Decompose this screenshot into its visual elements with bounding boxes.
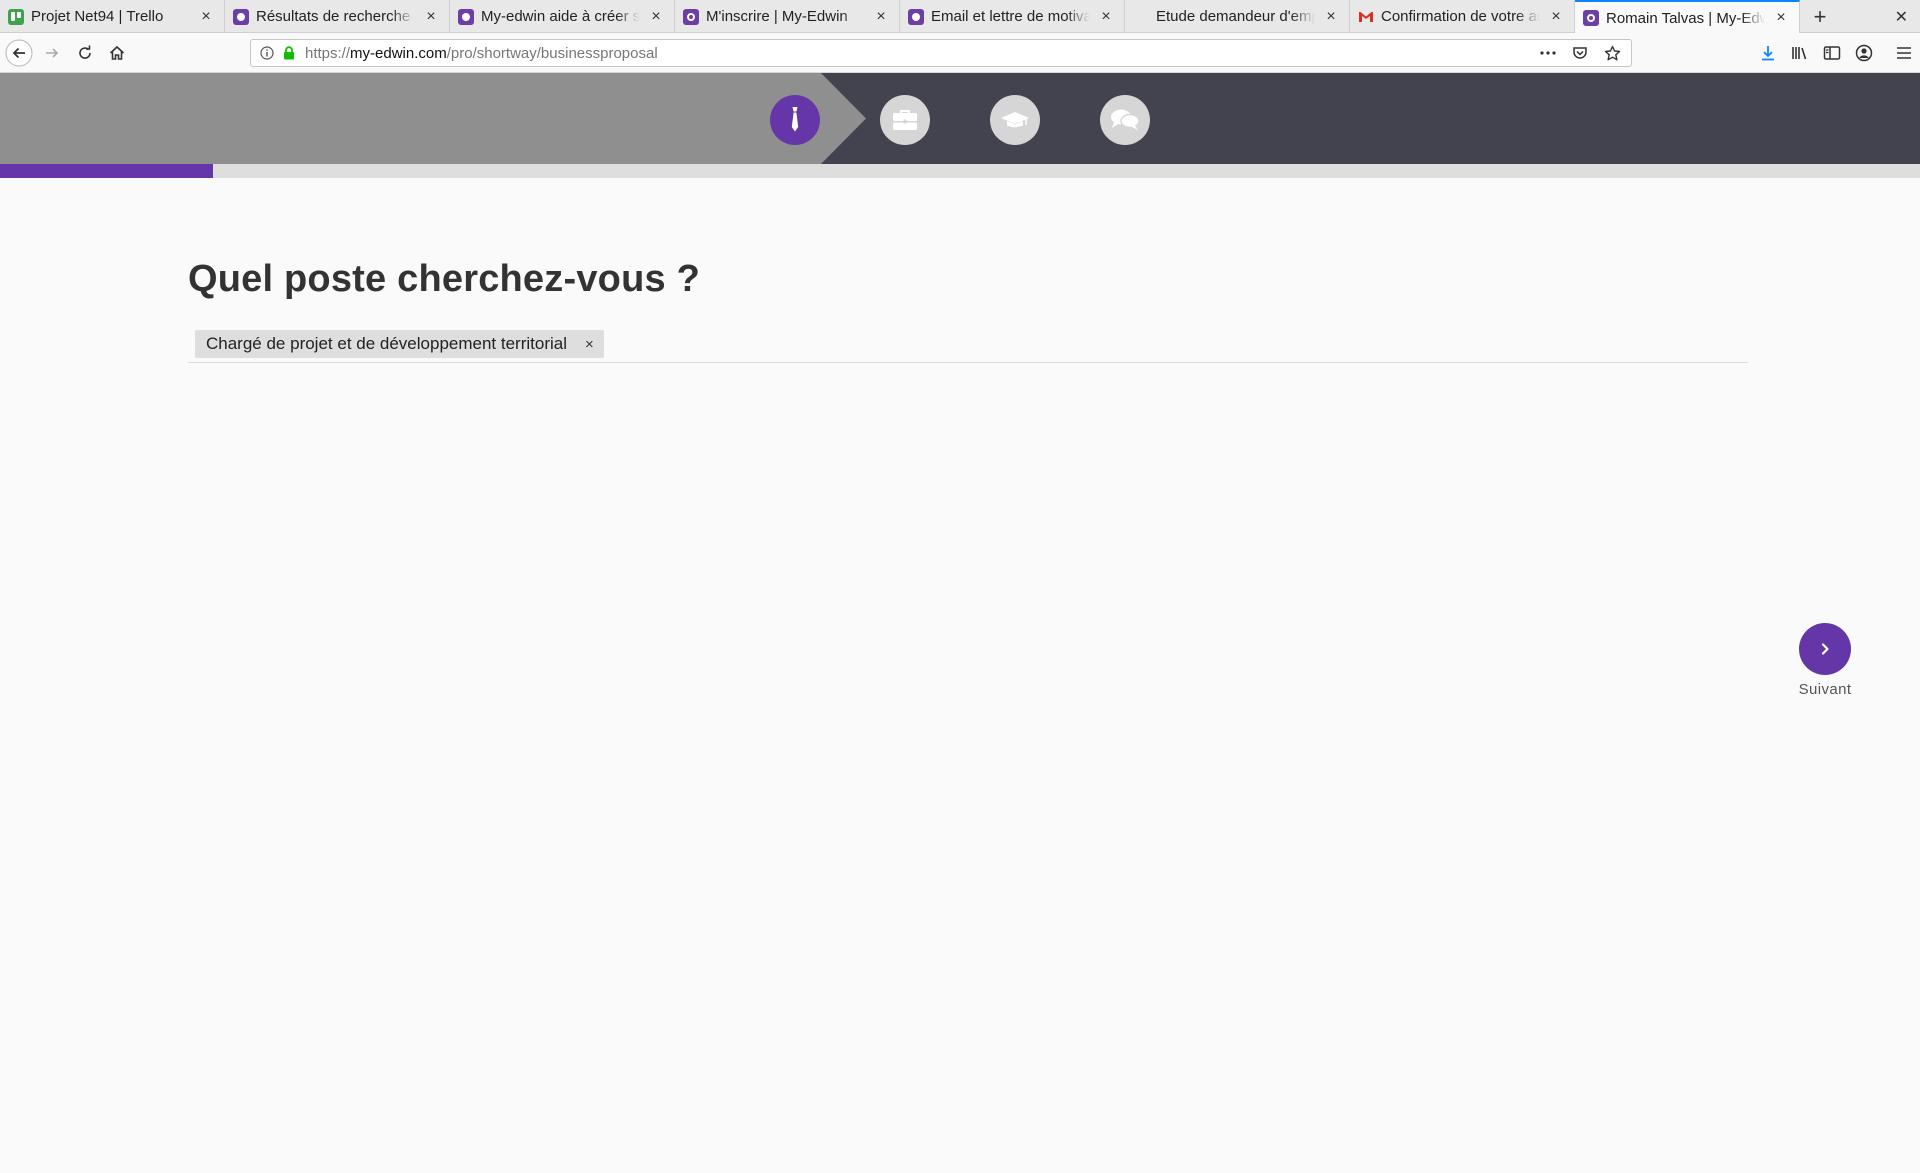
tab-close-icon[interactable]: × xyxy=(1773,10,1789,26)
tab-title: Résultats de recherche | My-Edwin xyxy=(256,8,415,25)
job-title-tag-input[interactable]: Chargé de projet et de développement ter… xyxy=(188,330,1748,363)
chevron-right-icon xyxy=(1821,643,1829,655)
tie-icon xyxy=(791,107,799,132)
info-icon xyxy=(260,46,274,60)
step-experience[interactable] xyxy=(880,95,930,145)
back-button[interactable] xyxy=(5,39,33,67)
reload-icon xyxy=(79,45,91,59)
pocket-icon[interactable] xyxy=(1571,44,1589,62)
browser-tab[interactable]: Projet Net94 | Trello × xyxy=(0,0,225,33)
browser-tab[interactable]: Email et lettre de motivation × xyxy=(900,0,1125,33)
downloads-icon[interactable] xyxy=(1752,39,1784,67)
browser-tab-active[interactable]: Romain Talvas | My-Edwin × xyxy=(1575,0,1800,34)
lock-icon xyxy=(284,46,294,60)
edwin-round-icon xyxy=(1583,10,1599,26)
job-title-tag: Chargé de projet et de développement ter… xyxy=(195,330,604,358)
gmail-icon xyxy=(1358,9,1374,25)
briefcase-icon xyxy=(893,110,917,130)
trello-icon xyxy=(8,8,24,25)
browser-tab[interactable]: Confirmation de votre adresse × xyxy=(1350,0,1575,33)
browser-tab-bar: Projet Net94 | Trello × Résultats de rec… xyxy=(0,0,1920,34)
menu-icon[interactable] xyxy=(1888,39,1920,67)
sidebar-icon[interactable] xyxy=(1816,39,1848,67)
forward-button[interactable] xyxy=(38,39,66,67)
account-icon[interactable] xyxy=(1848,39,1880,67)
bookmark-star-icon[interactable] xyxy=(1603,44,1621,62)
step-header xyxy=(0,73,1920,164)
back-arrow-icon xyxy=(5,39,33,67)
tab-close-icon[interactable]: × xyxy=(873,8,889,25)
blank-favicon-icon xyxy=(1133,9,1149,25)
url-bar[interactable]: https://my-edwin.com/pro/shortway/busine… xyxy=(250,39,1632,67)
home-button[interactable] xyxy=(103,39,131,67)
window-close-icon[interactable]: ✕ xyxy=(1895,7,1908,27)
step-header-background xyxy=(0,73,866,164)
tab-close-icon[interactable]: × xyxy=(423,8,439,25)
reload-button[interactable] xyxy=(71,39,99,67)
browser-tab[interactable]: M'inscrire | My-Edwin × xyxy=(675,0,900,33)
browser-nav-bar: https://my-edwin.com/pro/shortway/busine… xyxy=(0,33,1920,73)
step-interests[interactable] xyxy=(1100,95,1150,145)
tab-close-icon[interactable]: × xyxy=(1323,8,1339,25)
tab-title: Etude demandeur d'emploi et xyxy=(1156,8,1315,25)
tab-close-icon[interactable]: × xyxy=(648,8,664,25)
page-actions-icon[interactable] xyxy=(1539,44,1557,62)
edwin-round-icon xyxy=(683,8,699,25)
edwin-icon xyxy=(233,8,249,25)
edwin-icon xyxy=(908,8,924,25)
tab-title: Projet Net94 | Trello xyxy=(31,8,164,25)
speech-bubbles-icon xyxy=(1111,109,1140,131)
tab-title: Email et lettre de motivation xyxy=(931,8,1090,25)
tab-title: Romain Talvas | My-Edwin xyxy=(1606,9,1765,27)
browser-tab[interactable]: My-edwin aide à créer son CV × xyxy=(450,0,675,33)
tab-close-icon[interactable]: × xyxy=(1548,8,1564,25)
browser-tab[interactable]: Etude demandeur d'emploi et × xyxy=(1125,0,1350,33)
new-tab-button[interactable]: + xyxy=(1800,0,1840,33)
url-text[interactable]: https://my-edwin.com/pro/shortway/busine… xyxy=(305,45,658,62)
progress-bar-fill xyxy=(0,164,214,178)
forward-arrow-icon xyxy=(46,48,59,58)
edwin-icon xyxy=(458,8,474,25)
tab-close-icon[interactable]: × xyxy=(198,8,214,25)
graduation-cap-icon xyxy=(1001,112,1029,128)
tab-title: Confirmation de votre adresse xyxy=(1381,8,1540,25)
next-button[interactable] xyxy=(1799,623,1851,675)
home-icon xyxy=(109,45,125,60)
page-title: Quel poste cherchez-vous ? xyxy=(188,258,700,300)
tag-label: Chargé de projet et de développement ter… xyxy=(206,334,567,353)
next-button-label[interactable]: Suivant xyxy=(1778,681,1872,698)
step-education[interactable] xyxy=(990,95,1040,145)
tab-title: My-edwin aide à créer son CV xyxy=(481,8,640,25)
tab-title: M'inscrire | My-Edwin xyxy=(706,8,848,25)
browser-tab[interactable]: Résultats de recherche | My-Edwin × xyxy=(225,0,450,33)
progress-bar xyxy=(0,164,1920,178)
library-icon[interactable] xyxy=(1784,39,1816,67)
step-profile[interactable] xyxy=(770,95,820,145)
next-step: Suivant xyxy=(1798,623,1852,698)
tab-close-icon[interactable]: × xyxy=(1098,8,1114,25)
tag-remove-icon[interactable]: × xyxy=(585,337,594,352)
